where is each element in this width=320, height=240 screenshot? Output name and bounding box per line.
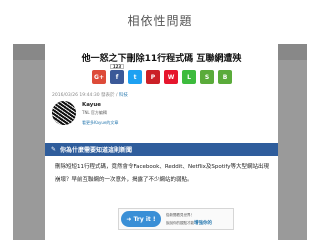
share-button-weibo[interactable]: W xyxy=(164,70,178,84)
facebook-icon: f xyxy=(115,73,119,81)
share-button-facebook[interactable]: 123 f xyxy=(110,64,124,84)
share-button-line[interactable]: L xyxy=(182,70,196,84)
share-icon: S xyxy=(204,73,210,81)
article-meta: 2016/03/26 19:44:30 發表於 / 科技 xyxy=(52,92,128,98)
share-button-pinterest[interactable]: P xyxy=(146,70,160,84)
share-button-bookmark[interactable]: B xyxy=(218,70,232,84)
author-more-link[interactable]: 看更多Kayue的文章 xyxy=(82,120,118,126)
try-it-highlight: 增強你的 xyxy=(194,221,212,226)
share-bar: G+ 123 f t P W L S B xyxy=(62,64,262,84)
share-button-google-plus[interactable]: G+ xyxy=(92,70,106,84)
article-title: 他一怒之下刪除11行程式碼 互聯網遭殃 xyxy=(81,54,242,64)
try-it-banner: ➜ Try it ! 從新聞看見世界！ 說說你的觀點才能增強你的 xyxy=(118,208,234,230)
bookmark-icon: B xyxy=(222,73,228,81)
arrow-icon: ➜ xyxy=(126,215,132,223)
share-count: 123 xyxy=(110,64,124,69)
article-category-link[interactable]: 科技 xyxy=(119,93,128,98)
try-it-tagline: 從新聞看見世界！ xyxy=(166,213,194,217)
try-it-subline-text: 說說你的觀點才能 xyxy=(166,221,194,225)
pinterest-icon: P xyxy=(150,73,156,81)
weibo-icon: W xyxy=(167,73,175,81)
google-plus-icon: G+ xyxy=(94,73,104,81)
try-it-subline: 說說你的觀點才能增強你的 xyxy=(166,220,212,226)
slide-title: 相依性問題 xyxy=(127,14,193,28)
line-icon: L xyxy=(187,73,191,81)
article-screenshot: 他一怒之下刪除11行程式碼 互聯網遭殃 G+ 123 f t P W L S B… xyxy=(45,44,278,240)
article-date: 2016/03/26 19:44:30 發表於 / xyxy=(52,93,119,98)
author-block: Kayue TNL 官方編輯 看更多Kayue的文章 xyxy=(52,100,272,130)
share-button-twitter[interactable]: t xyxy=(128,70,142,84)
article-body: 刪除短短11行程式碼，竟然會令Facebook、Reddit、Netflix及S… xyxy=(55,164,269,183)
author-role: TNL 官方編輯 xyxy=(82,110,107,115)
twitter-icon: t xyxy=(133,73,137,81)
author-name: Kayue xyxy=(82,102,102,108)
pen-icon: ✎ xyxy=(51,146,57,153)
avatar[interactable] xyxy=(52,101,76,125)
section-heading-text: 你為什麼需要知道這則新聞 xyxy=(60,147,133,154)
section-heading: ✎ 你為什麼需要知道這則新聞 xyxy=(45,143,278,156)
try-it-label: Try it ! xyxy=(133,215,156,223)
try-it-button[interactable]: ➜ Try it ! xyxy=(121,211,161,227)
share-button-share[interactable]: S xyxy=(200,70,214,84)
